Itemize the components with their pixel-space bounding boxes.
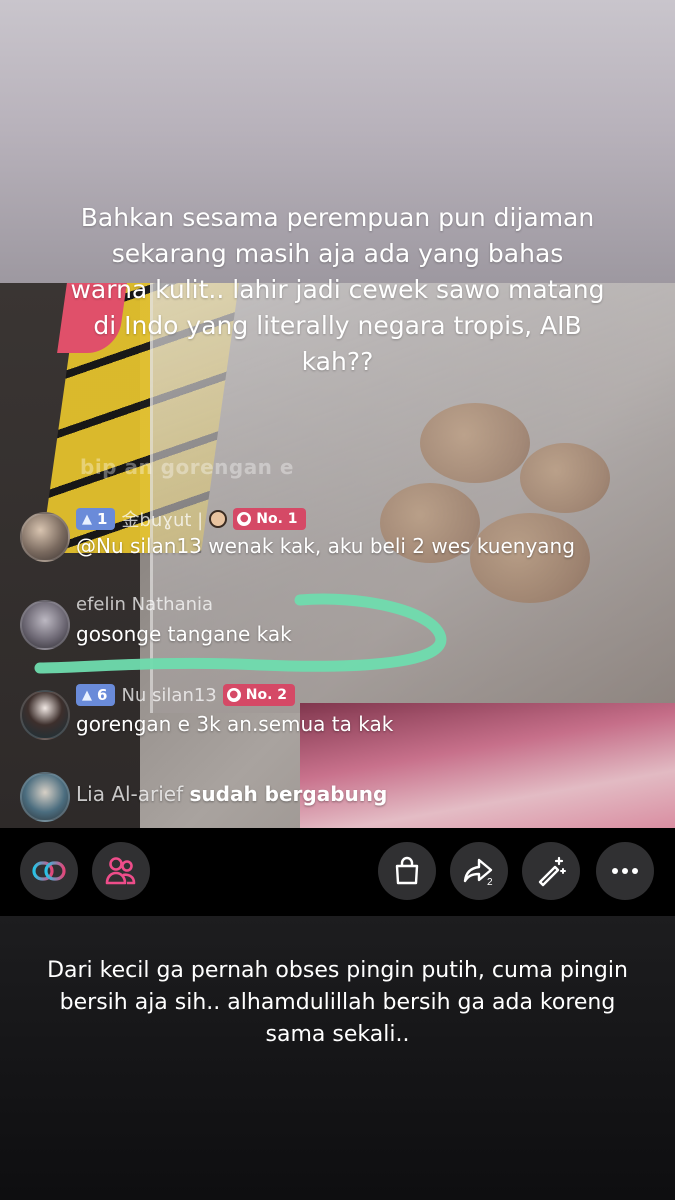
avatar[interactable] (20, 600, 70, 650)
share-icon: 2 (463, 858, 493, 886)
joined-username[interactable]: Lia Al-arief (76, 782, 183, 806)
live-comment[interactable]: ▲ 1 金bսɣսt | ● No. 1 @Nu silan13 wenak k… (20, 508, 660, 564)
shop-button[interactable] (378, 842, 436, 900)
comment-text: gorengan e 3k an.semua ta kak (76, 712, 394, 736)
faded-comment: bip an gorengan e (80, 455, 294, 479)
share-count: 2 (487, 877, 493, 886)
live-comment[interactable]: efelin Nathania gosonge tangane kak (20, 594, 660, 652)
join-row: Lia Al-arief sudah bergabung (76, 782, 387, 806)
medal-icon: ● (226, 688, 241, 702)
level-triangle-icon: ▲ (82, 511, 92, 527)
shopping-bag-icon (395, 856, 419, 885)
join-notice: Lia Al-arief sudah bergabung (20, 772, 660, 822)
rank-badge: ● No. 2 (222, 684, 296, 706)
fried-snack (520, 443, 610, 513)
level-badge: ▲ 6 (76, 684, 116, 706)
story-caption-bottom: Dari kecil ga pernah obses pingin putih,… (47, 958, 628, 1047)
avatar[interactable] (20, 690, 70, 740)
rank-badge: ● No. 1 (233, 508, 306, 530)
comment-text: gosonge tangane kak (76, 622, 292, 646)
fried-snack (420, 403, 530, 483)
magic-wand-icon (538, 856, 566, 887)
medal-icon: ● (237, 512, 252, 526)
comment-username[interactable]: Nu silan13 (121, 685, 216, 706)
share-button[interactable]: 2 (450, 842, 508, 900)
avatar[interactable] (20, 512, 70, 562)
story-caption-top: Bahkan sesama perempuan pun dijaman seka… (70, 203, 605, 376)
level-badge: ▲ 1 (76, 508, 116, 530)
people-icon (105, 857, 136, 885)
live-comment[interactable]: ▲ 6 Nu silan13 ● No. 2 gorengan e 3k an.… (20, 684, 660, 742)
avatar[interactable] (20, 772, 70, 822)
comment-header: efelin Nathania (76, 594, 213, 615)
comment-header: ▲ 6 Nu silan13 ● No. 2 (76, 684, 296, 706)
live-action-bar: 2 (0, 828, 675, 916)
guests-button[interactable] (92, 842, 150, 900)
link-button[interactable] (20, 842, 78, 900)
comment-username[interactable]: efelin Nathania (76, 594, 213, 615)
level-triangle-icon: ▲ (82, 687, 92, 703)
more-icon (612, 868, 638, 874)
comment-header: ▲ 1 金bսɣսt | ● No. 1 (76, 506, 306, 532)
comment-text: @Nu silan13 wenak kak, aku beli 2 wes ku… (76, 534, 575, 558)
comment-username[interactable]: 金bսɣսt | (121, 506, 203, 532)
person-emoji-icon (209, 510, 228, 528)
link-icon (32, 861, 66, 881)
effects-button[interactable] (522, 842, 580, 900)
more-button[interactable] (596, 842, 654, 900)
joined-label: sudah bergabung (189, 782, 388, 806)
